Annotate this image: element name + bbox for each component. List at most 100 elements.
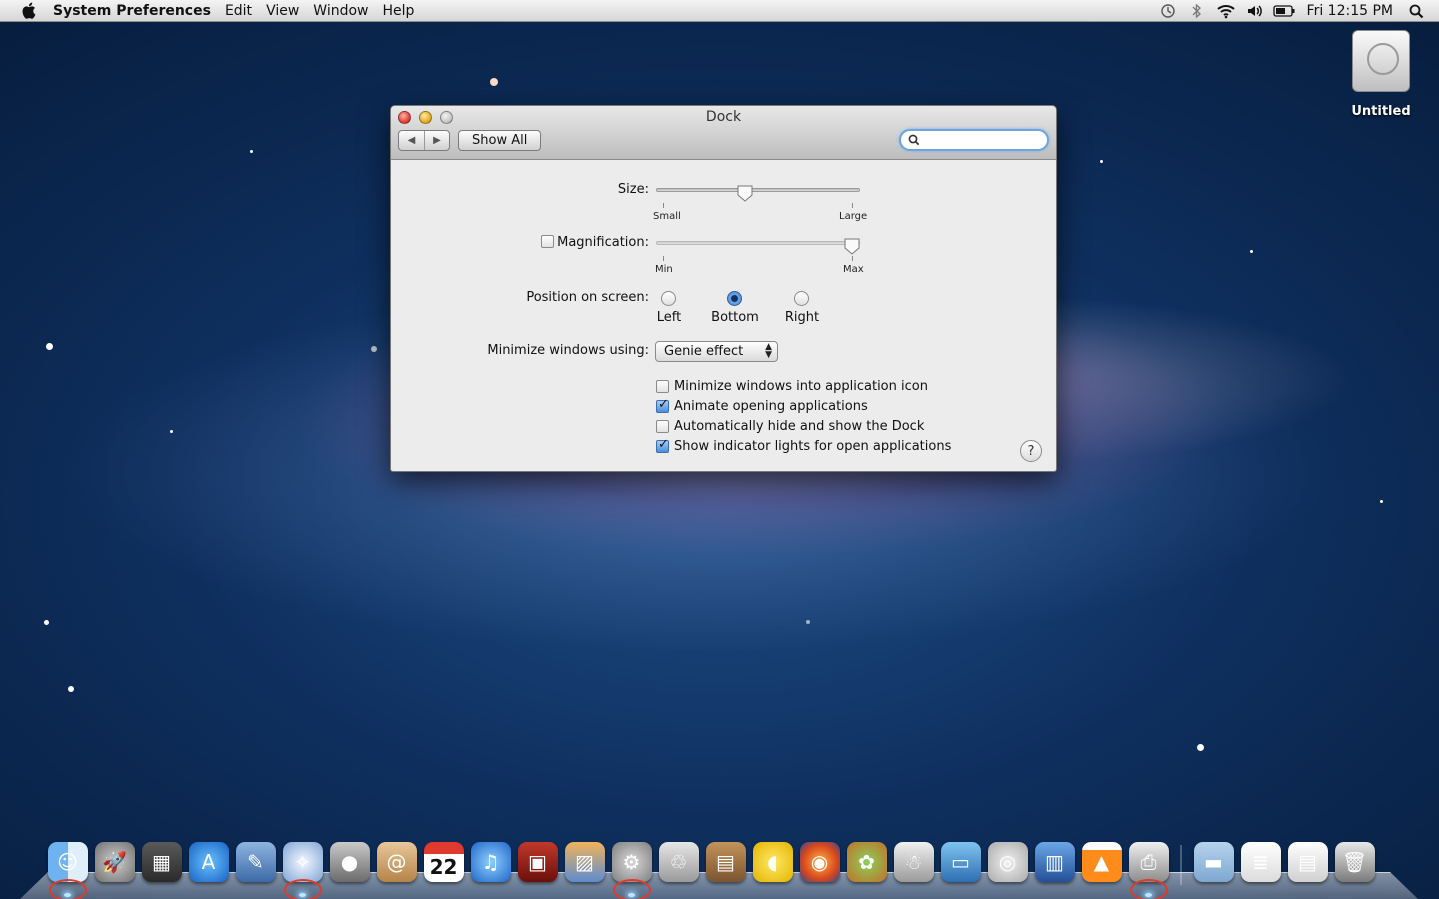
- magnification-slider[interactable]: [656, 241, 860, 245]
- menu-help[interactable]: Help: [376, 3, 422, 19]
- dock-item-printer[interactable]: ⎙: [1125, 838, 1172, 899]
- size-label: Size:: [617, 182, 649, 197]
- menu-clock[interactable]: Fri 12:15 PM: [1307, 3, 1393, 19]
- dock-item-toast[interactable]: ▥: [1031, 838, 1078, 885]
- auto-hide-checkbox[interactable]: [656, 420, 669, 433]
- dock-item-disk-utility[interactable]: ◎: [984, 838, 1031, 885]
- bluetooth-icon[interactable]: [1186, 0, 1208, 22]
- apple-menu-icon[interactable]: [19, 2, 37, 19]
- menu-app-name[interactable]: System Preferences: [53, 3, 218, 19]
- position-bottom-radio[interactable]: [727, 291, 742, 306]
- dock-item-documents-folder[interactable]: ▬: [1190, 838, 1237, 885]
- dock-item-mission-control[interactable]: ▦: [138, 838, 185, 885]
- app-store-icon[interactable]: A: [188, 841, 229, 882]
- downloads-stack-icon[interactable]: ≣: [1240, 841, 1281, 882]
- magnification-slider-thumb[interactable]: [844, 238, 860, 255]
- preferences-content: Size: Small Large Magnification: Min Max…: [391, 160, 1056, 471]
- indicator-lights-checkbox[interactable]: [656, 437, 669, 453]
- back-arrow-icon[interactable]: ◀: [399, 131, 424, 150]
- dock-item-photo-booth[interactable]: ▣: [514, 838, 561, 885]
- dock-item-firefox[interactable]: ◉: [796, 838, 843, 885]
- address-book-icon[interactable]: @: [376, 841, 417, 882]
- itunes-icon[interactable]: ♫: [470, 841, 511, 882]
- printer-icon[interactable]: ⎙: [1128, 841, 1169, 882]
- dock-item-iphoto[interactable]: ▨: [561, 838, 608, 885]
- search-field[interactable]: [899, 129, 1049, 151]
- trash-icon[interactable]: 🗑: [1334, 841, 1375, 882]
- menu-window[interactable]: Window: [306, 3, 375, 19]
- window-titlebar[interactable]: Dock ◀ ▶ Show All: [391, 106, 1056, 160]
- finder-icon[interactable]: ☺: [47, 841, 88, 882]
- dock-item-safari[interactable]: ✧: [279, 838, 326, 899]
- highlight-circle: [613, 879, 651, 899]
- dock-preferences-window: Dock ◀ ▶ Show All Size: Small Large Magn…: [390, 105, 1057, 472]
- minimize-into-icon-label: Minimize windows into application icon: [674, 379, 928, 394]
- menu-view[interactable]: View: [259, 3, 306, 19]
- preview-icon[interactable]: ✎: [235, 841, 276, 882]
- dock-item-launchpad[interactable]: 🚀: [91, 838, 138, 885]
- volume-icon[interactable]: [1244, 0, 1266, 22]
- dock-item-virtualbox[interactable]: ▭: [937, 838, 984, 885]
- position-left-radio[interactable]: [661, 291, 676, 306]
- dock-item-system-preferences[interactable]: ⚙: [608, 838, 655, 899]
- tick-mark: [852, 203, 853, 208]
- facetime-icon[interactable]: ●: [329, 841, 370, 882]
- disk-utility-icon[interactable]: ◎: [987, 841, 1028, 882]
- dock-item-screenshots-stack[interactable]: ▤: [1284, 838, 1331, 885]
- dock-item-address-book[interactable]: @: [373, 838, 420, 885]
- dock-item-preview[interactable]: ✎: [232, 838, 279, 885]
- safari-icon[interactable]: ✧: [282, 841, 323, 882]
- dock-item-itunes[interactable]: ♫: [467, 838, 514, 885]
- hard-drive-icon[interactable]: [1352, 30, 1410, 92]
- highlight-circle: [284, 879, 322, 899]
- forward-arrow-icon[interactable]: ▶: [424, 131, 449, 150]
- dock-item-automator[interactable]: ☃: [890, 838, 937, 885]
- spotlight-icon[interactable]: [1405, 0, 1427, 22]
- dock-item-downloads-stack[interactable]: ≣: [1237, 838, 1284, 885]
- documents-folder-icon[interactable]: ▬: [1193, 841, 1234, 882]
- animate-opening-checkbox[interactable]: [656, 397, 669, 413]
- dock-item-trash-app[interactable]: ♲: [655, 838, 702, 885]
- size-slider[interactable]: [656, 188, 860, 192]
- archiver-icon[interactable]: ▤: [705, 841, 746, 882]
- time-machine-icon[interactable]: [1157, 0, 1179, 22]
- size-slider-thumb[interactable]: [737, 185, 753, 202]
- iphoto-icon[interactable]: ▨: [564, 841, 605, 882]
- indicator-lights-label: Show indicator lights for open applicati…: [674, 439, 952, 454]
- dock-item-trash[interactable]: 🗑: [1331, 838, 1378, 885]
- dock-item-facetime[interactable]: ●: [326, 838, 373, 885]
- automator-icon[interactable]: ☃: [893, 841, 934, 882]
- minimize-into-icon-checkbox[interactable]: [656, 380, 669, 393]
- dock-item-archiver[interactable]: ▤: [702, 838, 749, 885]
- dock-item-vlc[interactable]: ▲: [1078, 838, 1125, 885]
- wifi-icon[interactable]: [1215, 0, 1237, 22]
- cyberduck-icon[interactable]: ◖: [752, 841, 793, 882]
- mission-control-icon[interactable]: ▦: [141, 841, 182, 882]
- battery-icon[interactable]: [1272, 0, 1295, 22]
- photo-booth-icon[interactable]: ▣: [517, 841, 558, 882]
- search-input[interactable]: [924, 133, 1042, 147]
- dock-item-app-store[interactable]: A: [185, 838, 232, 885]
- dock-item-cyberduck[interactable]: ◖: [749, 838, 796, 885]
- screenshots-stack-icon[interactable]: ▤: [1287, 841, 1328, 882]
- minimize-effect-popup[interactable]: Genie effect ▲ ▼: [655, 341, 778, 362]
- size-max-label: Large: [839, 211, 868, 222]
- show-all-button[interactable]: Show All: [458, 130, 542, 151]
- dock-item-finder[interactable]: ☺: [44, 838, 91, 899]
- adium-icon[interactable]: ✿: [846, 841, 887, 882]
- launchpad-icon[interactable]: 🚀: [94, 841, 135, 882]
- help-button[interactable]: ?: [1020, 440, 1042, 462]
- firefox-icon[interactable]: ◉: [799, 841, 840, 882]
- virtualbox-icon[interactable]: ▭: [940, 841, 981, 882]
- dock-item-ical[interactable]: 22: [420, 838, 467, 885]
- position-right-radio[interactable]: [794, 291, 809, 306]
- star: [170, 430, 173, 433]
- system-preferences-icon[interactable]: ⚙: [611, 841, 652, 882]
- trash-app-icon[interactable]: ♲: [658, 841, 699, 882]
- menu-edit[interactable]: Edit: [218, 3, 259, 19]
- ical-icon[interactable]: 22: [423, 841, 464, 882]
- dock-item-adium[interactable]: ✿: [843, 838, 890, 885]
- desktop-drive[interactable]: Untitled: [1343, 30, 1419, 119]
- vlc-icon[interactable]: ▲: [1081, 841, 1122, 882]
- toast-icon[interactable]: ▥: [1034, 841, 1075, 882]
